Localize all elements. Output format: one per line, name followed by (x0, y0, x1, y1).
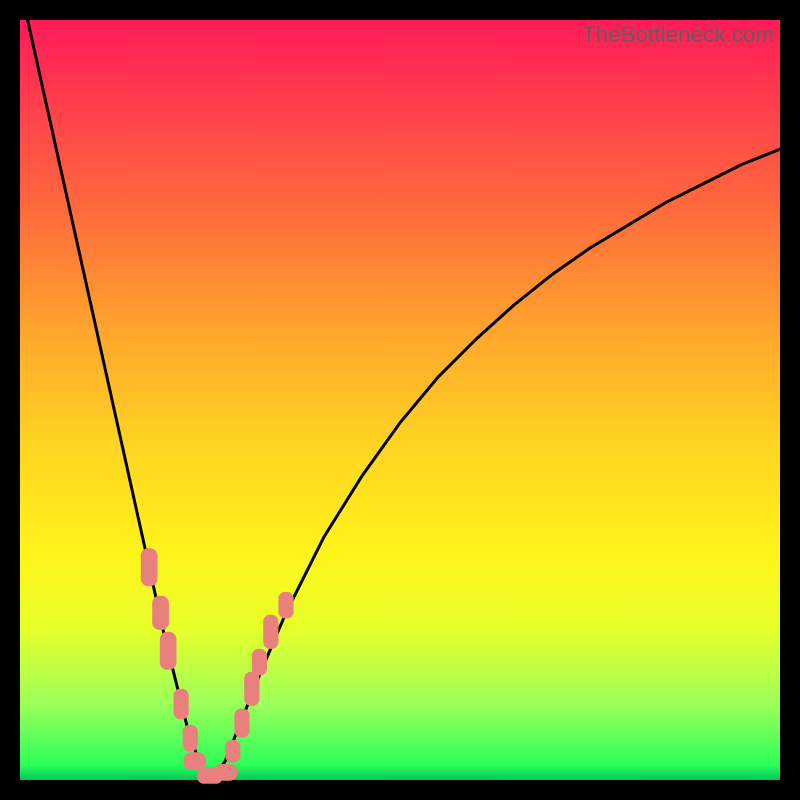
curve-right-branch (210, 149, 780, 778)
marker-point (141, 548, 158, 586)
curve-group (28, 20, 780, 779)
marker-point (263, 615, 278, 649)
marker-point (252, 649, 267, 676)
chart-plot-area: TheBottleneck.com (20, 20, 780, 780)
marker-point (183, 725, 198, 752)
marker-point (225, 740, 240, 763)
marker-point (234, 709, 249, 738)
marker-point (213, 764, 237, 781)
marker-point (160, 632, 177, 670)
chart-svg (20, 20, 780, 780)
marker-group (141, 548, 294, 784)
marker-point (152, 596, 169, 630)
marker-point (244, 672, 259, 706)
curve-left-branch (28, 20, 210, 779)
marker-point (183, 752, 206, 770)
marker-point (278, 592, 293, 619)
watermark-text: TheBottleneck.com (582, 22, 774, 48)
marker-point (174, 689, 189, 719)
